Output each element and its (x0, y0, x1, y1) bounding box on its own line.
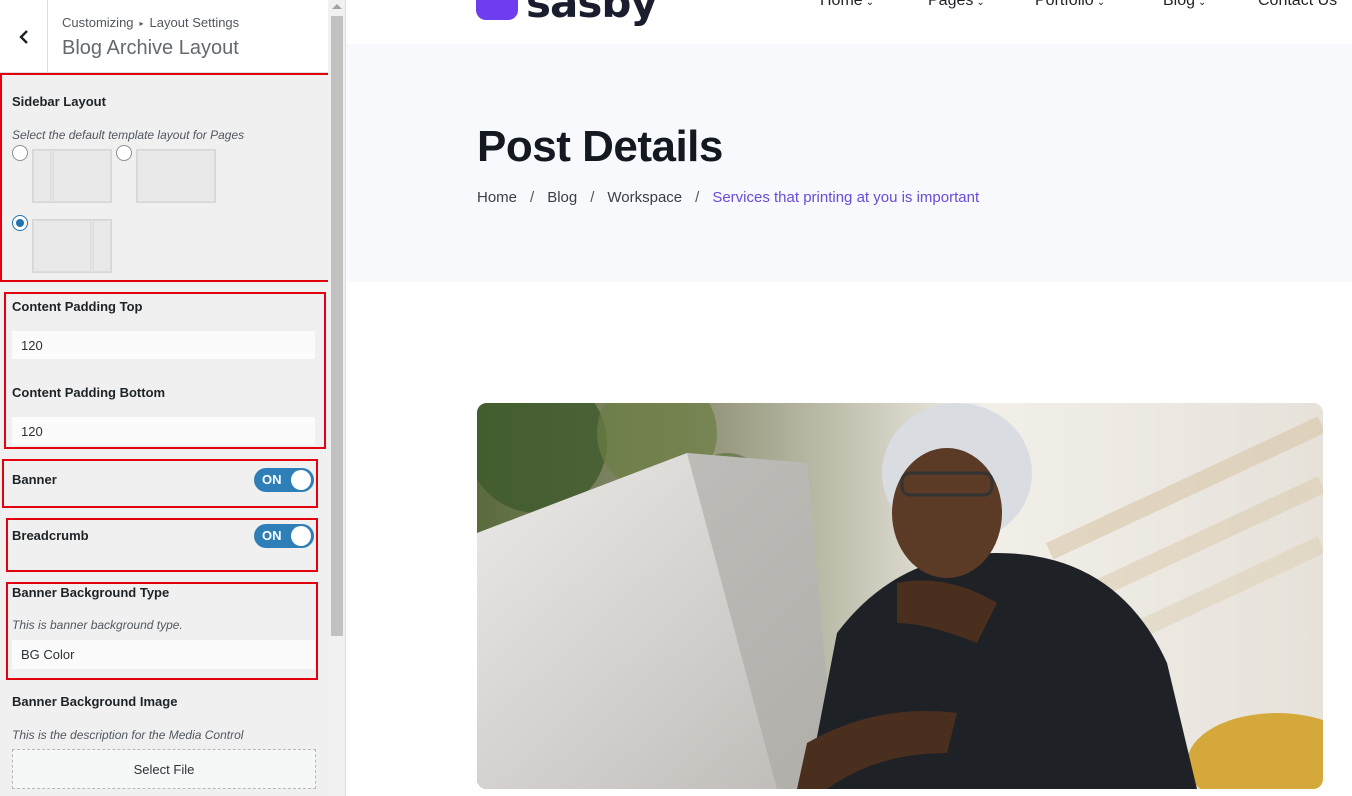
banner-title: Banner (12, 472, 57, 487)
nav-home[interactable]: Home ⌄ (820, 0, 874, 10)
content-padding-top-title: Content Padding Top (12, 299, 143, 314)
breadcrumb-root: Customizing (62, 15, 134, 30)
banner-bg-image-description: This is the description for the Media Co… (12, 728, 244, 742)
site-header: sasby Home ⌄ Pages ⌄ Portfolio ⌄ Blog ⌄ Cont… (346, 0, 1352, 44)
banner-bg-type-description: This is banner background type. (12, 618, 183, 632)
layout-left-sidebar-thumb[interactable] (32, 149, 112, 203)
breadcrumb-parent: Layout Settings (149, 15, 240, 30)
page-title: Post Details (477, 122, 723, 171)
banner-bg-type-field[interactable] (12, 640, 315, 669)
woman-laptop-photo (477, 403, 1323, 789)
nav-blog[interactable]: Blog ⌄ (1163, 0, 1206, 10)
sidebar-layout-description: Select the default template layout for P… (12, 128, 245, 142)
breadcrumb-current: Services that printing at you is importa… (712, 189, 980, 206)
customizer-sidebar: Customizing ▸ Layout Settings Blog Archive… (0, 0, 346, 796)
breadcrumb-separator: / (530, 189, 535, 206)
layout-no-sidebar-thumb[interactable] (136, 149, 216, 203)
nav-contact[interactable]: Contact Us (1258, 0, 1337, 10)
nav-label: Portfolio (1035, 0, 1094, 9)
logo-icon[interactable] (476, 0, 518, 20)
sidebar-scrollbar-thumb[interactable] (331, 16, 343, 636)
breadcrumb-home[interactable]: Home (477, 189, 517, 206)
breadcrumb-separator: / (695, 189, 700, 206)
breadcrumb-title: Breadcrumb (12, 528, 89, 543)
sidebar-layout-title: Sidebar Layout (12, 94, 106, 109)
banner-bg-image-title: Banner Background Image (12, 694, 178, 709)
breadcrumb-blog[interactable]: Blog (547, 189, 577, 206)
chevron-left-icon (18, 29, 28, 44)
breadcrumb-workspace[interactable]: Workspace (607, 189, 682, 206)
radio-left-sidebar[interactable] (12, 145, 28, 161)
breadcrumb-toggle-label: ON (262, 528, 282, 543)
breadcrumb-separator: / (590, 189, 595, 206)
toggle-knob (291, 470, 311, 490)
toggle-knob (291, 526, 311, 546)
chevron-down-icon: ⌄ (865, 0, 875, 8)
content-padding-top-input[interactable] (12, 331, 315, 359)
content-padding-bottom-title: Content Padding Bottom (12, 385, 166, 400)
section-title: Blog Archive Layout (62, 37, 239, 59)
logo-text[interactable]: sasby (526, 0, 658, 27)
nav-label: Blog (1163, 0, 1196, 9)
scroll-up-arrow-icon[interactable] (332, 4, 342, 9)
back-button[interactable] (0, 0, 48, 73)
radio-right-sidebar[interactable] (12, 215, 28, 231)
content-padding-bottom-input[interactable] (12, 417, 315, 445)
site-preview: sasby Home ⌄ Pages ⌄ Portfolio ⌄ Blog ⌄ Cont… (346, 0, 1352, 796)
nav-label: Contact Us (1258, 0, 1338, 9)
banner-toggle-label: ON (262, 472, 282, 487)
chevron-down-icon: ⌄ (1198, 0, 1207, 8)
nav-label: Home (820, 0, 863, 9)
nav-label: Pages (928, 0, 974, 9)
chevron-down-icon: ⌄ (1096, 0, 1106, 8)
layout-right-sidebar-thumb[interactable] (32, 219, 112, 273)
nav-pages[interactable]: Pages ⌄ (928, 0, 985, 10)
radio-no-sidebar[interactable] (116, 145, 132, 161)
banner-bg-type-title: Banner Background Type (12, 585, 170, 600)
site-breadcrumb: Home / Blog / Workspace / Services that printi… (477, 189, 979, 206)
breadcrumb-toggle[interactable]: ON (254, 524, 314, 548)
caret-right-icon: ▸ (139, 19, 144, 28)
customizer-header: Customizing ▸ Layout Settings Blog Archive… (0, 0, 328, 73)
select-file-button[interactable]: Select File (12, 749, 316, 789)
post-featured-image (477, 403, 1323, 789)
customizer-breadcrumb: Customizing ▸ Layout Settings (62, 15, 239, 30)
banner-toggle[interactable]: ON (254, 468, 314, 492)
nav-portfolio[interactable]: Portfolio ⌄ (1035, 0, 1105, 10)
chevron-down-icon: ⌄ (976, 0, 985, 8)
